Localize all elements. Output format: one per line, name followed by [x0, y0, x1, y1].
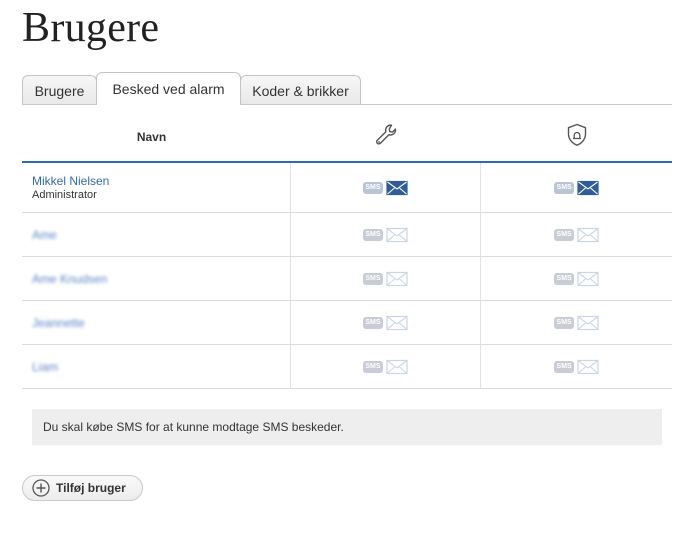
add-user-button[interactable]: Tilføj bruger [22, 475, 143, 501]
column-header-name: Navn [136, 129, 167, 144]
alarm-notification-table: Navn Mikkel Nielsen Administrator SMS SMS Am… [22, 114, 672, 389]
service-cell: SMS [291, 213, 482, 256]
wrench-icon [373, 122, 399, 153]
sms-toggle[interactable]: SMS [362, 272, 383, 285]
user-cell: Ame Knudsen [22, 257, 291, 300]
alarm-cell: SMS [481, 213, 672, 256]
user-name-link[interactable]: Ame [32, 228, 57, 242]
table-row: Mikkel Nielsen Administrator SMS SMS [22, 163, 672, 213]
email-envelope-icon[interactable] [386, 315, 408, 331]
email-envelope-icon[interactable] [577, 315, 599, 331]
email-envelope-icon[interactable] [577, 359, 599, 375]
sms-toggle[interactable]: SMS [554, 316, 575, 329]
user-name-link[interactable]: Ame Knudsen [32, 272, 107, 286]
user-name-link[interactable]: Liam [32, 360, 58, 374]
sms-toggle[interactable]: SMS [362, 360, 383, 373]
email-envelope-icon[interactable] [577, 271, 599, 287]
alarm-cell: SMS [481, 345, 672, 388]
tab-besked-ved-alarm[interactable]: Besked ved alarm [96, 72, 241, 105]
sms-toggle[interactable]: SMS [554, 228, 575, 241]
alarm-cell: SMS [481, 301, 672, 344]
user-role: Administrator [32, 189, 97, 201]
service-cell: SMS [291, 345, 482, 388]
tab-bar: Brugere Besked ved alarm Koder & brikker [22, 72, 361, 105]
alarm-channels: SMS [554, 180, 599, 196]
service-cell: SMS [291, 301, 482, 344]
user-cell: Jeannette [22, 301, 291, 344]
sms-toggle[interactable]: SMS [362, 181, 383, 194]
alarm-cell: SMS [481, 257, 672, 300]
table-row: Ame SMS SMS [22, 213, 672, 257]
plus-circle-icon [32, 479, 50, 497]
table-row: Ame Knudsen SMS SMS [22, 257, 672, 301]
alarm-shield-icon [564, 122, 590, 153]
sms-toggle[interactable]: SMS [554, 181, 575, 194]
email-envelope-icon[interactable] [577, 180, 599, 196]
table-row: Liam SMS SMS [22, 345, 672, 389]
email-envelope-icon[interactable] [386, 227, 408, 243]
service-channels: SMS [362, 271, 408, 287]
user-cell: Mikkel Nielsen Administrator [22, 163, 291, 212]
service-channels: SMS [362, 315, 408, 331]
sms-toggle[interactable]: SMS [554, 272, 575, 285]
service-cell: SMS [291, 163, 482, 212]
alarm-cell: SMS [481, 163, 672, 212]
alarm-channels: SMS [554, 315, 599, 331]
sms-toggle[interactable]: SMS [362, 228, 383, 241]
table-row: Jeannette SMS SMS [22, 301, 672, 345]
tab-koder-og-brikker[interactable]: Koder & brikker [240, 75, 361, 105]
user-name-link[interactable]: Mikkel Nielsen [32, 174, 109, 188]
user-name-link[interactable]: Jeannette [32, 316, 85, 330]
service-channels: SMS [362, 359, 408, 375]
service-channels: SMS [362, 227, 408, 243]
email-envelope-icon[interactable] [386, 180, 408, 196]
sms-toggle[interactable]: SMS [362, 316, 383, 329]
user-cell: Liam [22, 345, 291, 388]
table-header: Navn [22, 114, 672, 163]
service-cell: SMS [291, 257, 482, 300]
page-title: Brugere [22, 5, 160, 51]
alarm-channels: SMS [554, 271, 599, 287]
alarm-channels: SMS [554, 359, 599, 375]
service-channels: SMS [362, 180, 408, 196]
sms-toggle[interactable]: SMS [554, 360, 575, 373]
email-envelope-icon[interactable] [577, 227, 599, 243]
user-cell: Ame [22, 213, 291, 256]
email-envelope-icon[interactable] [386, 271, 408, 287]
add-user-label: Tilføj bruger [56, 481, 126, 495]
sms-notice: Du skal købe SMS for at kunne modtage SM… [32, 409, 662, 445]
tab-brugere[interactable]: Brugere [22, 75, 97, 105]
alarm-channels: SMS [554, 227, 599, 243]
email-envelope-icon[interactable] [386, 359, 408, 375]
